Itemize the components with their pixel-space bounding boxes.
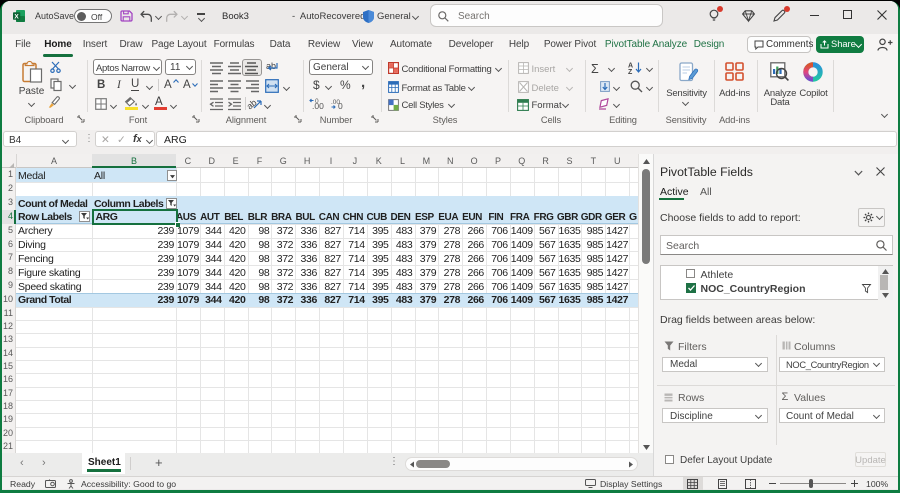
svg-text:0: 0	[315, 98, 319, 105]
svg-text:X: X	[14, 14, 19, 21]
svg-text:0: 0	[338, 101, 343, 111]
svg-text:ab: ab	[245, 97, 259, 111]
svg-text:Z: Z	[628, 69, 633, 76]
